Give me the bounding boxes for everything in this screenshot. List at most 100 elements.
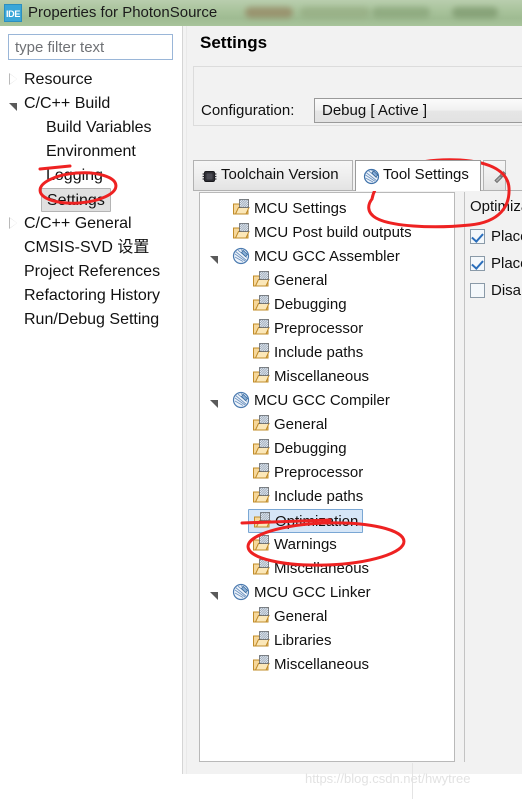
tree-item-preprocessor[interactable]: Preprocessor [200, 461, 454, 485]
window-titlebar[interactable]: IDE Properties for PhotonSource [0, 0, 522, 26]
sidebar-item-label: C/C++ Build [24, 95, 111, 112]
tree-item-preprocessor[interactable]: Preprocessor [200, 317, 454, 341]
checkbox-icon[interactable] [470, 256, 485, 271]
tree-item-content: Debugging [252, 437, 347, 461]
checkbox-icon[interactable] [470, 229, 485, 244]
sidebar-item-resource[interactable]: Resource [0, 68, 182, 92]
tree-item-mcu-gcc-compiler[interactable]: MCU GCC Compiler [200, 389, 454, 413]
folder-settings-icon [252, 535, 270, 553]
sidebar-item-run-debug-setting[interactable]: Run/Debug Setting [0, 308, 182, 332]
sidebar-item-label: Logging [46, 167, 103, 184]
options-heading: Optimiza [470, 198, 522, 215]
configuration-label: Configuration: [201, 102, 295, 119]
tab-toolchain-version[interactable]: Toolchain Version [193, 160, 353, 190]
tree-item-mcu-gcc-linker[interactable]: MCU GCC Linker [200, 581, 454, 605]
tree-item-debugging[interactable]: Debugging [200, 437, 454, 461]
page-title: Settings [200, 33, 268, 52]
chevron-down-icon[interactable] [6, 92, 20, 116]
tree-item-content: Warnings [252, 533, 337, 557]
tree-item-label: General [274, 416, 328, 433]
sidebar-item-c-c-build[interactable]: C/C++ Build [0, 92, 182, 116]
tree-item-label: Miscellaneous [274, 656, 370, 673]
tree-item-mcu-settings[interactable]: MCU Settings [200, 197, 454, 221]
sidebar-item-label: Build Variables [46, 119, 152, 136]
tab-strip[interactable]: Toolchain Version Tool Settings [193, 160, 522, 191]
tool-icon [232, 247, 250, 265]
build-steps-icon [491, 167, 508, 184]
tree-item-content: Include paths [252, 341, 363, 365]
tree-item-miscellaneous[interactable]: Miscellaneous [200, 365, 454, 389]
sidebar-item-cmsis-svd[interactable]: CMSIS-SVD 设置 [0, 236, 182, 260]
navigation-tree[interactable]: Resource C/C++ Build Build Variables Enviro… [0, 68, 182, 332]
tab-tool-settings[interactable]: Tool Settings [355, 160, 481, 191]
tree-item-mcu-gcc-assembler[interactable]: MCU GCC Assembler [200, 245, 454, 269]
tree-item-content: Optimization [248, 509, 364, 533]
tree-item-content: MCU GCC Assembler [232, 245, 400, 269]
chevron-right-icon[interactable] [6, 68, 20, 92]
option-checkbox-label: Place [491, 255, 522, 272]
tree-item-libraries[interactable]: Libraries [200, 629, 454, 653]
tool-icon [232, 391, 250, 409]
tree-item-label: MCU GCC Linker [254, 584, 371, 601]
folder-settings-icon [252, 607, 270, 625]
sidebar-item-c-c-general[interactable]: C/C++ General [0, 212, 182, 236]
tree-item-content: MCU Settings [232, 197, 347, 221]
filter-input[interactable] [8, 34, 173, 60]
tree-item-content: Miscellaneous [252, 653, 369, 677]
tree-item-content: Include paths [252, 485, 363, 509]
sidebar-item-logging[interactable]: Logging [0, 164, 182, 188]
tree-item-content: MCU GCC Linker [232, 581, 371, 605]
tree-item-label: Include paths [274, 344, 364, 361]
folder-settings-icon [252, 439, 270, 457]
tool-settings-icon [363, 167, 380, 185]
tree-item-content: General [252, 605, 327, 629]
tree-item-include-paths[interactable]: Include paths [200, 341, 454, 365]
sidebar-item-settings[interactable]: Settings [0, 188, 182, 212]
folder-settings-icon [252, 463, 270, 481]
tab-build-steps[interactable] [483, 160, 508, 190]
tree-item-miscellaneous[interactable]: Miscellaneous [200, 557, 454, 581]
tree-item-label: Include paths [274, 488, 364, 505]
tree-item-warnings[interactable]: Warnings [200, 533, 454, 557]
configuration-combo[interactable]: Debug [ Active ] [314, 98, 522, 123]
tree-item-label: Debugging [274, 440, 347, 457]
titlebar-smear-2 [300, 7, 370, 18]
tree-item-label: Debugging [274, 296, 347, 313]
tab-label: Toolchain Version [221, 166, 339, 183]
sidebar-item-project-references[interactable]: Project References [0, 260, 182, 284]
tree-item-miscellaneous[interactable]: Miscellaneous [200, 653, 454, 677]
sidebar-item-build-variables[interactable]: Build Variables [0, 116, 182, 140]
folder-settings-icon [252, 343, 270, 361]
tree-item-content: Preprocessor [252, 317, 363, 341]
ide-icon: IDE [4, 4, 22, 22]
folder-settings-icon [252, 559, 270, 577]
sidebar-item-label: Run/Debug Setting [24, 311, 160, 328]
sidebar-item-label: C/C++ General [24, 215, 132, 232]
chevron-down-icon[interactable] [210, 389, 226, 413]
tool-settings-tree-panel[interactable]: MCU Settings MCU Post build outputs MCU GC… [199, 192, 455, 762]
checkbox-icon[interactable] [470, 283, 485, 298]
sidebar-item-label: Environment [46, 143, 136, 160]
folder-settings-icon [252, 271, 270, 289]
tree-item-mcu-post-build-outputs[interactable]: MCU Post build outputs [200, 221, 454, 245]
tree-item-label: General [274, 608, 328, 625]
folder-settings-icon [252, 319, 270, 337]
tree-item-general[interactable]: General [200, 269, 454, 293]
sidebar-item-refactoring-history[interactable]: Refactoring History [0, 284, 182, 308]
tree-item-include-paths[interactable]: Include paths [200, 485, 454, 509]
tree-item-label: Miscellaneous [274, 368, 370, 385]
tool-settings-tree[interactable]: MCU Settings MCU Post build outputs MCU GC… [200, 197, 454, 677]
tree-item-content: Libraries [252, 629, 332, 653]
sidebar-item-environment[interactable]: Environment [0, 140, 182, 164]
chevron-down-icon[interactable] [210, 245, 226, 269]
tree-item-debugging[interactable]: Debugging [200, 293, 454, 317]
chevron-down-icon[interactable] [210, 581, 226, 605]
titlebar-smear-1 [245, 7, 293, 18]
window-title: Properties for PhotonSource [28, 4, 218, 21]
chevron-right-icon[interactable] [6, 212, 20, 236]
tree-item-content: General [252, 413, 327, 437]
tree-item-general[interactable]: General [200, 605, 454, 629]
tree-item-general[interactable]: General [200, 413, 454, 437]
pane-divider [182, 26, 183, 774]
tree-item-optimization[interactable]: Optimization [200, 509, 454, 533]
